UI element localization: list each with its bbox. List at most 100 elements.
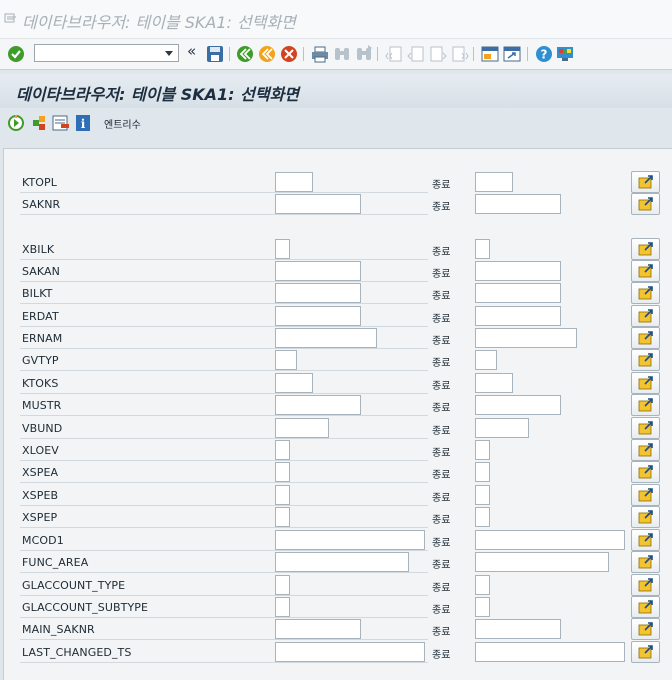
from-input[interactable] bbox=[275, 328, 377, 348]
previous-page-icon[interactable] bbox=[407, 44, 425, 64]
customize-layout-icon[interactable] bbox=[556, 44, 574, 64]
from-input[interactable] bbox=[275, 239, 290, 259]
to-input[interactable] bbox=[475, 261, 561, 281]
to-input[interactable] bbox=[475, 507, 490, 527]
to-input[interactable] bbox=[475, 350, 497, 370]
from-input[interactable] bbox=[275, 485, 290, 505]
field-label: MCOD1 bbox=[22, 534, 64, 547]
multiple-selection-button[interactable] bbox=[631, 238, 660, 260]
to-input[interactable] bbox=[475, 462, 490, 482]
to-input[interactable] bbox=[475, 328, 577, 348]
next-page-icon[interactable] bbox=[429, 44, 447, 64]
from-input[interactable] bbox=[275, 462, 290, 482]
shortcut-icon[interactable] bbox=[503, 44, 521, 64]
create-session-icon[interactable] bbox=[481, 44, 499, 64]
multiple-selection-button[interactable] bbox=[631, 439, 660, 461]
multiple-selection-button[interactable] bbox=[631, 484, 660, 506]
multiple-selection-button[interactable] bbox=[631, 349, 660, 371]
entry-count-button[interactable]: 엔트리수 bbox=[104, 116, 141, 131]
save-icon[interactable] bbox=[206, 44, 224, 64]
back-icon[interactable] bbox=[236, 44, 254, 64]
to-input[interactable] bbox=[475, 642, 625, 662]
multiple-selection-button[interactable] bbox=[631, 506, 660, 528]
multiple-selection-button[interactable] bbox=[631, 394, 660, 416]
multiple-selection-button[interactable] bbox=[631, 574, 660, 596]
exit-icon[interactable] bbox=[258, 44, 276, 64]
to-input[interactable] bbox=[475, 530, 625, 550]
cancel-icon[interactable] bbox=[280, 44, 298, 64]
multiple-selection-button[interactable] bbox=[631, 618, 660, 640]
multiple-selection-button[interactable] bbox=[631, 260, 660, 282]
from-input[interactable] bbox=[275, 261, 361, 281]
command-field[interactable] bbox=[34, 44, 179, 62]
from-input[interactable] bbox=[275, 306, 361, 326]
field-label: FUNC_AREA bbox=[22, 556, 89, 569]
first-page-icon[interactable] bbox=[385, 44, 403, 64]
multiple-selection-button[interactable] bbox=[631, 529, 660, 551]
to-label: 종료 bbox=[432, 493, 451, 504]
chevron-down-icon[interactable] bbox=[165, 51, 173, 56]
to-label: 종료 bbox=[432, 291, 451, 302]
to-input[interactable] bbox=[475, 194, 561, 214]
from-input[interactable] bbox=[275, 395, 361, 415]
from-input[interactable] bbox=[275, 552, 409, 572]
to-input[interactable] bbox=[475, 283, 561, 303]
find-icon[interactable] bbox=[333, 44, 351, 64]
selection-options-icon[interactable] bbox=[30, 114, 48, 132]
to-input[interactable] bbox=[475, 239, 490, 259]
multiple-selection-button[interactable] bbox=[631, 305, 660, 327]
multiple-selection-button[interactable] bbox=[631, 641, 660, 663]
check-icon[interactable] bbox=[7, 44, 25, 64]
to-input[interactable] bbox=[475, 575, 490, 595]
to-input[interactable] bbox=[475, 172, 513, 192]
to-input[interactable] bbox=[475, 619, 561, 639]
last-page-icon[interactable] bbox=[451, 44, 469, 64]
to-input[interactable] bbox=[475, 373, 513, 393]
to-input[interactable] bbox=[475, 306, 561, 326]
from-input[interactable] bbox=[275, 507, 290, 527]
to-input[interactable] bbox=[475, 485, 490, 505]
to-label: 종료 bbox=[432, 650, 451, 661]
field-label: MUSTR bbox=[22, 399, 62, 412]
from-input[interactable] bbox=[275, 350, 297, 370]
from-input[interactable] bbox=[275, 575, 290, 595]
delete-selection-icon[interactable] bbox=[52, 114, 70, 132]
print-icon[interactable] bbox=[311, 44, 329, 64]
collapse-icon[interactable]: « bbox=[187, 42, 196, 62]
multiple-selection-button[interactable] bbox=[631, 596, 660, 618]
multiple-selection-button[interactable] bbox=[631, 551, 660, 573]
from-input[interactable] bbox=[275, 373, 313, 393]
standard-toolbar: « ? bbox=[0, 39, 672, 70]
multiple-selection-button[interactable] bbox=[631, 282, 660, 304]
multiple-selection-button[interactable] bbox=[631, 461, 660, 483]
to-input[interactable] bbox=[475, 440, 490, 460]
from-input[interactable] bbox=[275, 283, 361, 303]
from-input[interactable] bbox=[275, 619, 361, 639]
from-input[interactable] bbox=[275, 418, 329, 438]
field-label: GLACCOUNT_SUBTYPE bbox=[22, 601, 149, 614]
to-input[interactable] bbox=[475, 418, 529, 438]
info-icon[interactable]: i bbox=[74, 114, 92, 132]
to-input[interactable] bbox=[475, 597, 490, 617]
execute-icon[interactable] bbox=[7, 114, 25, 132]
to-input[interactable] bbox=[475, 395, 561, 415]
to-label: 종료 bbox=[432, 605, 451, 616]
from-input[interactable] bbox=[275, 530, 425, 550]
multiple-selection-button[interactable] bbox=[631, 417, 660, 439]
field-label: VBUND bbox=[22, 422, 63, 435]
multiple-selection-button[interactable] bbox=[631, 327, 660, 349]
from-input[interactable] bbox=[275, 642, 425, 662]
multiple-selection-button[interactable] bbox=[631, 193, 660, 215]
multiple-selection-button[interactable] bbox=[631, 171, 660, 193]
help-icon[interactable]: ? bbox=[535, 44, 553, 64]
multiple-selection-button[interactable] bbox=[631, 372, 660, 394]
field-label: BILKT bbox=[22, 287, 53, 300]
to-input[interactable] bbox=[475, 552, 609, 572]
find-next-icon[interactable] bbox=[355, 44, 373, 64]
from-input[interactable] bbox=[275, 597, 290, 617]
selection-row-mcod1: MCOD1 종료 bbox=[20, 529, 660, 551]
from-input[interactable] bbox=[275, 194, 361, 214]
from-input[interactable] bbox=[275, 172, 313, 192]
toolbar-separator bbox=[229, 47, 230, 61]
from-input[interactable] bbox=[275, 440, 290, 460]
